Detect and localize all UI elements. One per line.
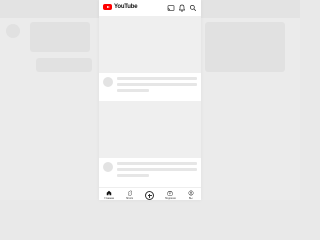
youtube-logo[interactable]: YouTube (103, 4, 138, 10)
video-thumbnail-placeholder[interactable] (99, 16, 201, 73)
search-icon[interactable] (189, 4, 197, 12)
logo-text: YouTube (114, 4, 138, 10)
subtitle-placeholder (117, 174, 149, 177)
nav-create[interactable] (140, 188, 160, 200)
nav-shorts-label: Shorts (125, 197, 134, 200)
video-meta-placeholder[interactable] (99, 73, 201, 101)
video-thumbnail-placeholder[interactable] (99, 101, 201, 158)
nav-home[interactable]: Главная (99, 188, 119, 200)
title-placeholder (117, 162, 197, 165)
background-block (205, 22, 285, 72)
nav-shorts[interactable]: Shorts (120, 188, 140, 200)
cast-icon[interactable] (167, 4, 175, 12)
background-block (30, 22, 90, 52)
home-icon (106, 190, 112, 196)
title-placeholder (117, 83, 197, 86)
youtube-logo-icon (103, 4, 112, 10)
youtube-mobile-app: YouTube Главная Shorts Подписки Вы (99, 0, 201, 200)
notifications-icon[interactable] (178, 4, 186, 12)
subscriptions-icon (167, 191, 173, 196)
nav-home-label: Главная (104, 197, 114, 200)
nav-you[interactable]: Вы (181, 188, 201, 200)
channel-avatar-placeholder (103, 77, 113, 87)
title-placeholder (117, 77, 197, 80)
video-meta-placeholder[interactable] (99, 158, 201, 186)
top-app-bar: YouTube (99, 0, 201, 16)
nav-subscriptions[interactable]: Подписки (160, 188, 180, 200)
title-placeholder (117, 168, 197, 171)
background-block (36, 58, 92, 72)
shorts-icon (127, 190, 132, 196)
create-icon (145, 191, 155, 200)
subtitle-placeholder (117, 89, 149, 92)
nav-subscriptions-label: Подписки (164, 197, 176, 200)
you-icon (188, 190, 194, 196)
channel-avatar-placeholder (103, 162, 113, 172)
nav-you-label: Вы (189, 197, 193, 200)
bottom-navigation: Главная Shorts Подписки Вы (99, 187, 201, 200)
background-avatar (6, 24, 20, 38)
